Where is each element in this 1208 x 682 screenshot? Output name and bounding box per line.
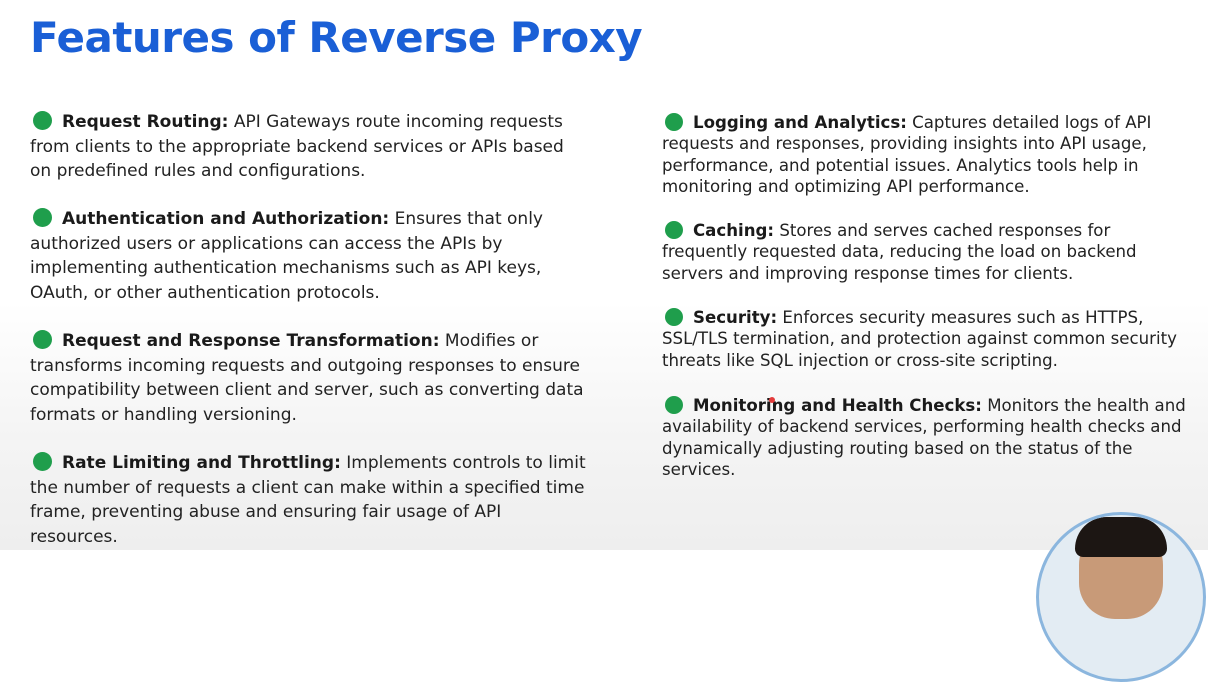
feature-logging-analytics: Logging and Analytics: Captures detailed…	[662, 112, 1192, 198]
feature-caching: Caching: Stores and serves cached respon…	[662, 220, 1192, 284]
presenter-webcam-avatar	[1036, 512, 1206, 682]
feature-title: Security:	[693, 308, 778, 327]
feature-transformation: Request and Response Transformation: Mod…	[30, 329, 590, 427]
feature-monitoring-health-checks: Monitoring and Health Checks: Monitors t…	[662, 395, 1192, 481]
feature-authentication: Authentication and Authorization: Ensure…	[30, 207, 590, 305]
green-bullet-icon	[33, 330, 52, 349]
feature-request-routing: Request Routing: API Gateways route inco…	[30, 110, 590, 184]
feature-title: Authentication and Authorization:	[62, 209, 390, 229]
presenter-hair	[1075, 517, 1167, 557]
feature-security: Security: Enforces security measures suc…	[662, 307, 1192, 371]
feature-title: Rate Limiting and Throttling:	[62, 453, 341, 473]
green-bullet-icon	[665, 308, 683, 326]
green-bullet-icon	[33, 208, 52, 227]
feature-rate-limiting: Rate Limiting and Throttling: Implements…	[30, 451, 590, 549]
pointer-dot-icon	[769, 397, 775, 403]
green-bullet-icon	[33, 111, 52, 130]
feature-title: Logging and Analytics:	[693, 113, 907, 132]
green-bullet-icon	[665, 113, 683, 131]
green-bullet-icon	[665, 396, 683, 414]
green-bullet-icon	[665, 221, 683, 239]
feature-title: Caching:	[693, 221, 775, 240]
feature-title: Monitoring and Health Checks:	[693, 396, 982, 415]
page-title: Features of Reverse Proxy	[30, 13, 643, 62]
feature-title: Request Routing:	[62, 112, 229, 132]
feature-title: Request and Response Transformation:	[62, 331, 440, 351]
green-bullet-icon	[33, 452, 52, 471]
